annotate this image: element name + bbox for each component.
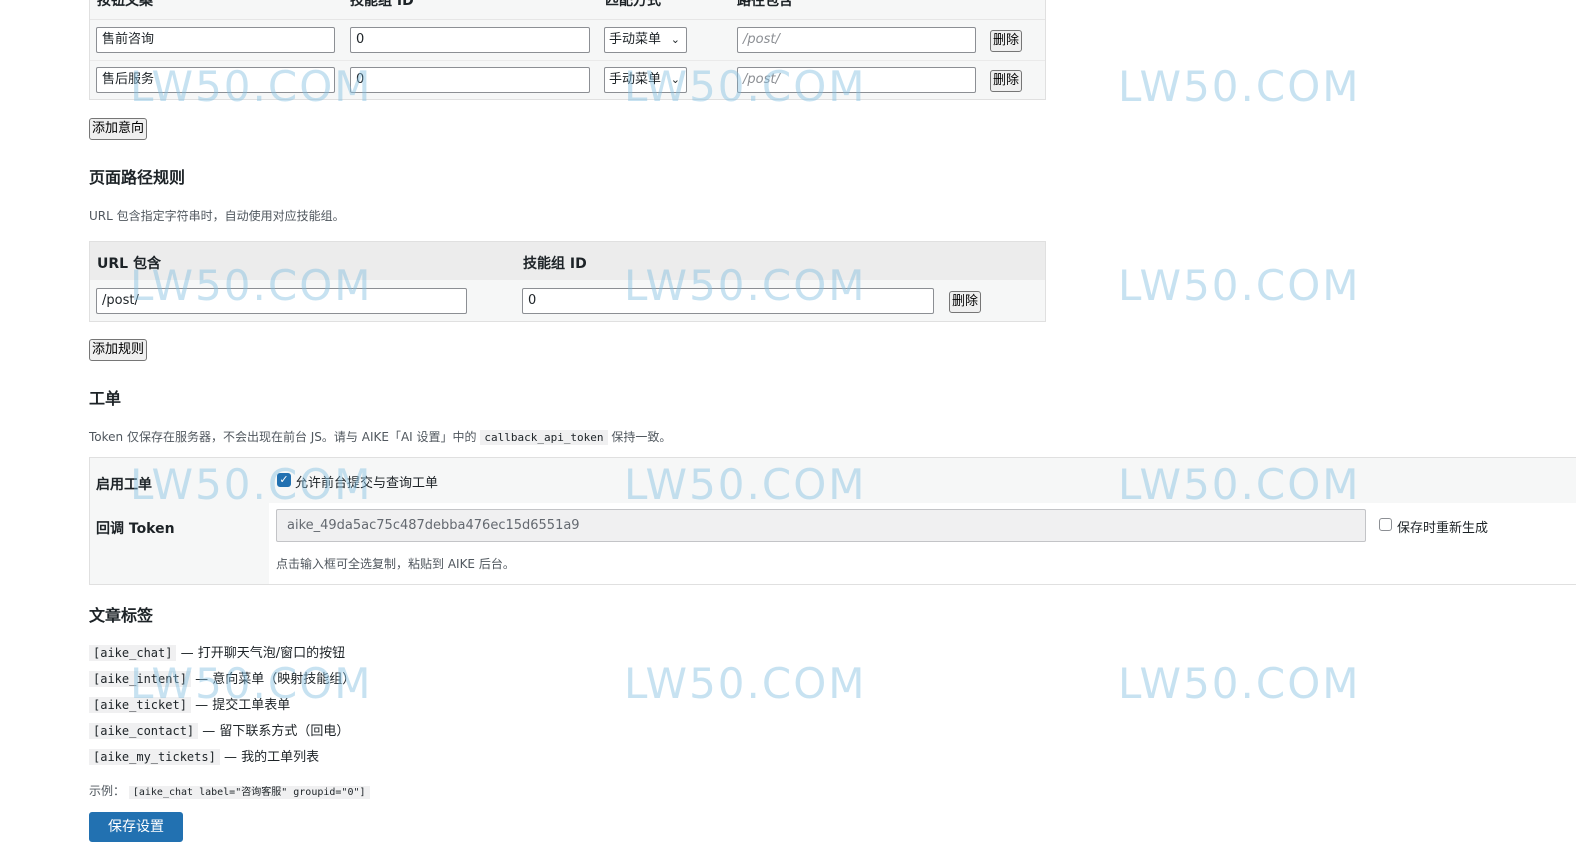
tickets-title: 工单 bbox=[89, 389, 122, 408]
intent-label-input[interactable]: 售前咨询 bbox=[96, 27, 335, 53]
shortcode-desc: — 意向菜单（映射技能组） bbox=[195, 672, 356, 687]
watermark: LW50.COM bbox=[1118, 261, 1361, 310]
intent-header-path: 路径包含 bbox=[737, 0, 793, 9]
enable-tickets-checkbox-label[interactable]: 允许前台提交与查询工单 bbox=[295, 472, 438, 491]
intent-path-input[interactable]: /post/ bbox=[737, 27, 976, 53]
shortcode-code: [aike_my_tickets] bbox=[89, 749, 220, 765]
shortcode-desc: — 留下联系方式（回电） bbox=[202, 724, 350, 739]
tickets-description-post: 保持一致。 bbox=[611, 430, 672, 444]
chevron-down-icon: ⌄ bbox=[670, 33, 680, 46]
page-rules-description: URL 包含指定字符串时，自动使用对应技能组。 bbox=[89, 209, 345, 223]
save-settings-button[interactable]: 保存设置 bbox=[89, 812, 183, 842]
intent-match-value: 手动菜单 bbox=[609, 72, 662, 87]
intent-delete-button[interactable]: 删除 bbox=[990, 70, 1023, 92]
intent-header-label: 按钮文案 bbox=[97, 0, 153, 9]
page-rules-header-group-id: 技能组 ID bbox=[523, 256, 587, 272]
callback-token-label: 回调 Token bbox=[96, 521, 175, 537]
tickets-enable-row-bg bbox=[269, 458, 1576, 503]
rule-delete-button[interactable]: 删除 bbox=[949, 291, 982, 313]
shortcodes-title: 文章标签 bbox=[89, 606, 154, 625]
add-intent-button[interactable]: 添加意向 bbox=[89, 118, 148, 140]
callback-token-hint: 点击输入框可全选复制，粘贴到 AIKE 后台。 bbox=[276, 557, 515, 571]
watermark: LW50.COM bbox=[624, 659, 867, 708]
shortcode-example: 示例： [aike_chat label="咨询客服" groupid="0"] bbox=[89, 782, 370, 799]
rule-url-input[interactable]: /post/ bbox=[96, 288, 467, 314]
intent-row-divider bbox=[90, 60, 1045, 61]
intent-match-select[interactable]: 手动菜单 ⌄ bbox=[604, 27, 687, 53]
rule-group-id-input[interactable]: 0 bbox=[522, 288, 934, 314]
shortcode-item: [aike_intent] — 意向菜单（映射技能组） bbox=[89, 668, 355, 687]
tickets-description-pre: Token 仅保存在服务器，不会出现在前台 JS。请与 AIKE「AI 设置」中… bbox=[89, 430, 477, 444]
add-rule-button[interactable]: 添加规则 bbox=[89, 339, 148, 361]
shortcode-item: [aike_contact] — 留下联系方式（回电） bbox=[89, 720, 349, 739]
shortcode-item: [aike_my_tickets] — 我的工单列表 bbox=[89, 746, 319, 765]
regenerate-token-checkbox[interactable] bbox=[1379, 518, 1392, 531]
intent-label-input[interactable]: 售后服务 bbox=[96, 67, 335, 93]
regenerate-token-label[interactable]: 保存时重新生成 bbox=[1397, 517, 1488, 536]
enable-tickets-label: 启用工单 bbox=[96, 477, 152, 493]
watermark: LW50.COM bbox=[1118, 62, 1361, 111]
watermark: LW50.COM bbox=[1118, 659, 1361, 708]
callback-token-code: callback_api_token bbox=[480, 430, 608, 445]
shortcode-example-label: 示例： bbox=[89, 784, 126, 798]
intent-group-id-input[interactable]: 0 bbox=[350, 27, 590, 53]
page-rules-header-url: URL 包含 bbox=[97, 256, 161, 272]
tickets-description: Token 仅保存在服务器，不会出现在前台 JS。请与 AIKE「AI 设置」中… bbox=[89, 428, 671, 445]
intent-match-value: 手动菜单 bbox=[609, 32, 662, 47]
shortcode-code: [aike_ticket] bbox=[89, 697, 191, 713]
shortcode-item: [aike_chat] — 打开聊天气泡/窗口的按钮 bbox=[89, 642, 345, 661]
shortcode-desc: — 我的工单列表 bbox=[223, 750, 320, 765]
intent-header-group-id: 技能组 ID bbox=[350, 0, 414, 9]
shortcode-code: [aike_chat] bbox=[89, 645, 177, 661]
shortcode-code: [aike_contact] bbox=[89, 723, 199, 739]
enable-tickets-checkbox[interactable]: ✓ bbox=[277, 473, 291, 487]
shortcode-code: [aike_intent] bbox=[89, 671, 191, 687]
callback-token-input[interactable]: aike_49da5ac75c487debba476ec15d6551a9 bbox=[276, 509, 1366, 542]
page-rules-title: 页面路径规则 bbox=[89, 168, 186, 187]
intent-header-match: 匹配方式 bbox=[605, 0, 661, 9]
shortcode-item: [aike_ticket] — 提交工单表单 bbox=[89, 694, 290, 713]
intent-path-input[interactable]: /post/ bbox=[737, 67, 976, 93]
intent-match-select[interactable]: 手动菜单 ⌄ bbox=[604, 67, 687, 93]
shortcode-desc: — 提交工单表单 bbox=[195, 698, 291, 713]
shortcode-desc: — 打开聊天气泡/窗口的按钮 bbox=[180, 646, 346, 661]
shortcode-example-code: [aike_chat label="咨询客服" groupid="0"] bbox=[128, 786, 370, 799]
chevron-down-icon: ⌄ bbox=[670, 73, 680, 86]
intent-group-id-input[interactable]: 0 bbox=[350, 67, 590, 93]
intent-delete-button[interactable]: 删除 bbox=[990, 30, 1023, 52]
intent-row-divider bbox=[90, 19, 1045, 20]
